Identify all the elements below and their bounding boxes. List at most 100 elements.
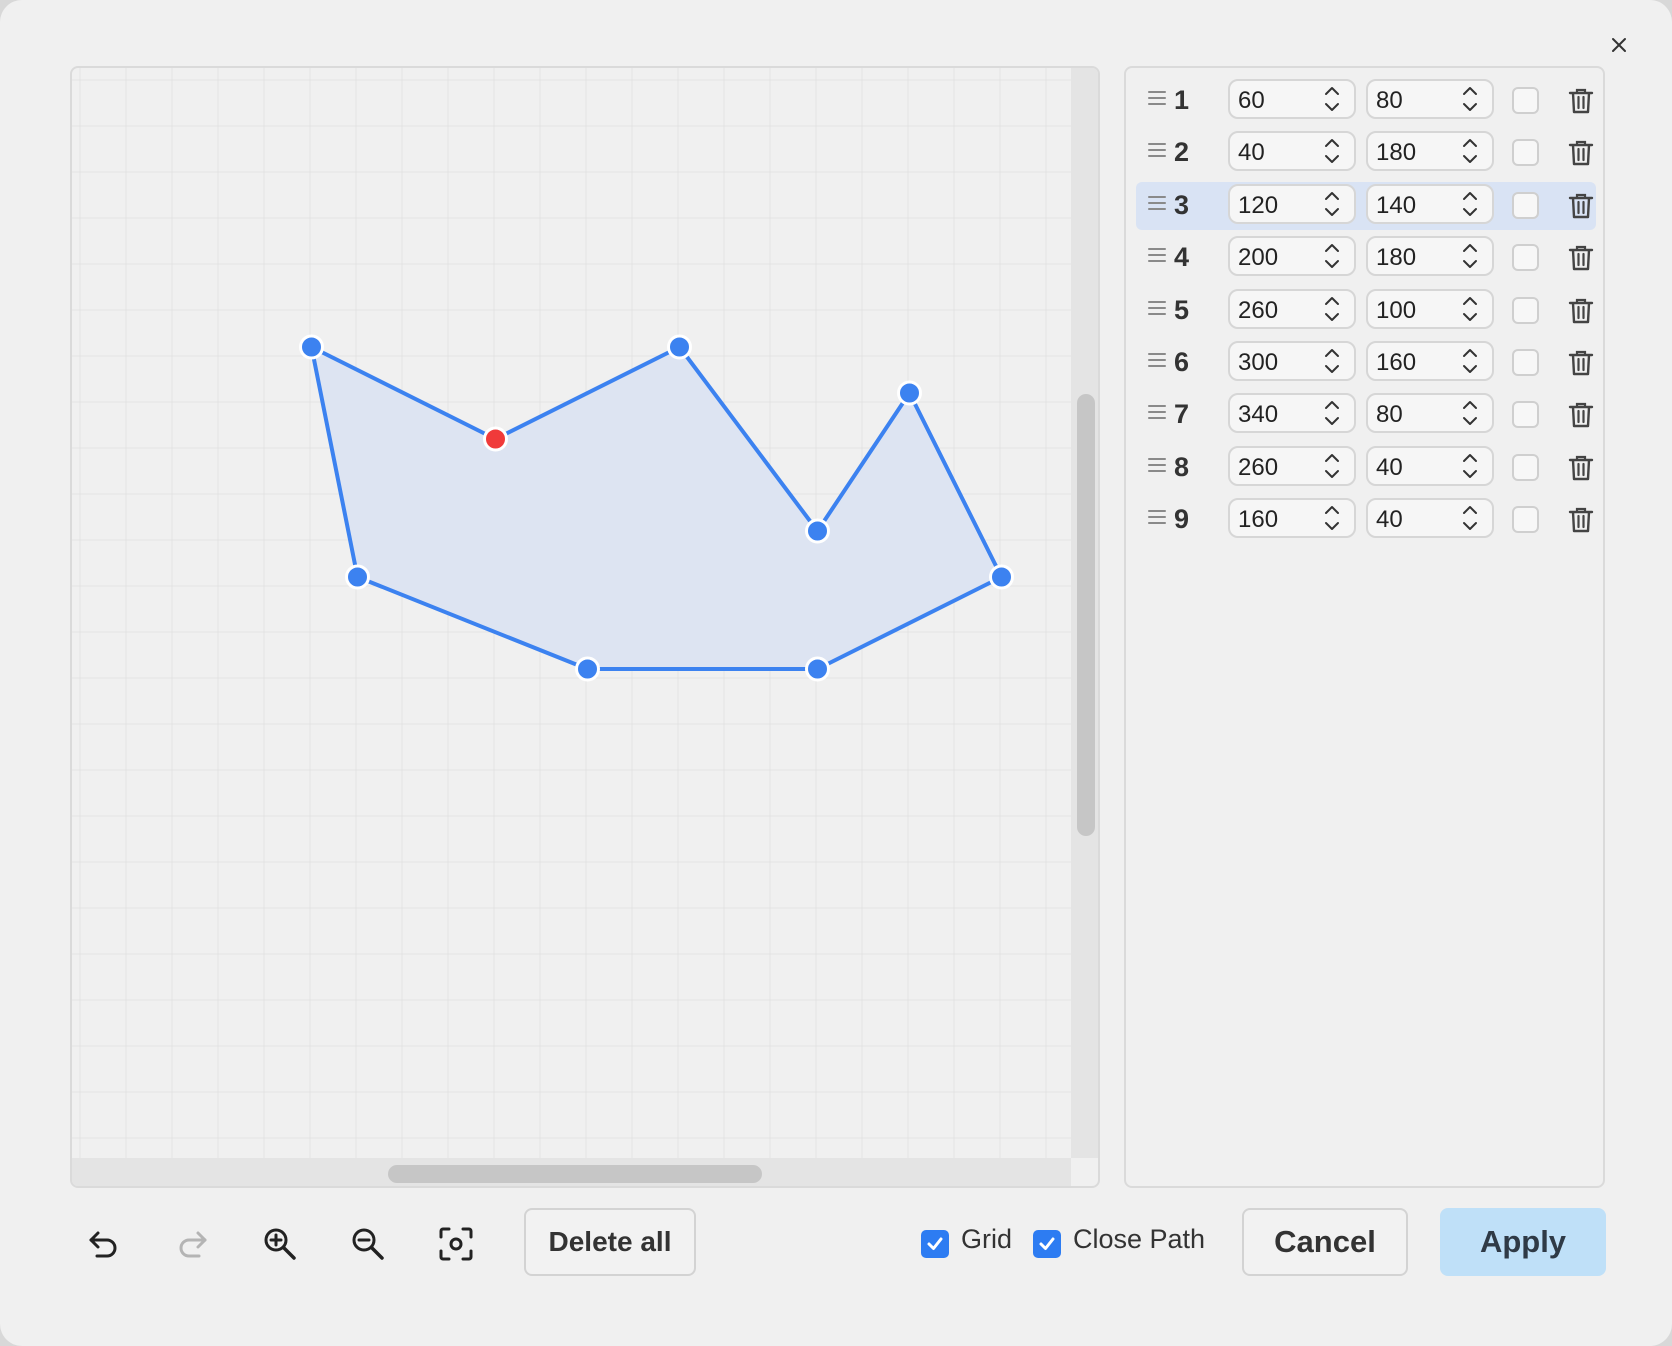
y-coordinate-input[interactable]: 140	[1366, 183, 1494, 224]
x-stepper[interactable]	[1322, 135, 1342, 167]
redo-button[interactable]	[170, 1222, 214, 1266]
y-stepper[interactable]	[1460, 345, 1480, 377]
y-coordinate-input[interactable]: 100	[1366, 288, 1494, 329]
fit-view-button[interactable]	[434, 1222, 478, 1266]
point-checkbox[interactable]	[1512, 453, 1539, 481]
y-coordinate-input[interactable]: 180	[1366, 236, 1494, 277]
x-coordinate-input[interactable]: 260	[1228, 445, 1356, 486]
drag-handle-icon[interactable]	[1148, 510, 1166, 530]
point-checkbox[interactable]	[1512, 401, 1539, 429]
grid-checkbox[interactable]	[921, 1230, 949, 1258]
y-stepper[interactable]	[1460, 293, 1480, 325]
zoom-in-button[interactable]	[258, 1222, 302, 1266]
drag-handle-icon[interactable]	[1148, 405, 1166, 425]
delete-point-button[interactable]	[1568, 192, 1594, 220]
x-coordinate-input[interactable]: 60	[1228, 79, 1356, 119]
point-row[interactable]: 6 300 160	[1136, 339, 1596, 387]
canvas-drawing[interactable]	[72, 68, 1071, 1158]
y-stepper[interactable]	[1460, 502, 1480, 534]
x-stepper[interactable]	[1322, 450, 1342, 482]
x-stepper[interactable]	[1322, 345, 1342, 377]
drag-handle-icon[interactable]	[1148, 248, 1166, 268]
close-path-label[interactable]: Close Path	[1073, 1224, 1205, 1255]
x-stepper[interactable]	[1322, 83, 1342, 115]
delete-point-button[interactable]	[1568, 87, 1594, 115]
point-row[interactable]: 3 120 140	[1136, 181, 1596, 230]
vertex-handle[interactable]	[299, 334, 324, 360]
undo-button[interactable]	[82, 1222, 126, 1266]
zoom-out-button[interactable]	[346, 1222, 390, 1266]
delete-all-button[interactable]: Delete all	[524, 1208, 696, 1276]
vertical-scroll-thumb[interactable]	[1077, 394, 1095, 836]
y-stepper[interactable]	[1460, 83, 1480, 115]
point-checkbox[interactable]	[1512, 139, 1539, 167]
x-stepper[interactable]	[1322, 397, 1342, 429]
point-checkbox[interactable]	[1512, 349, 1539, 376]
delete-point-button[interactable]	[1568, 244, 1594, 272]
y-stepper[interactable]	[1460, 397, 1480, 429]
point-row[interactable]: 7 340 80	[1136, 391, 1596, 439]
delete-point-button[interactable]	[1568, 297, 1594, 325]
selected-vertex-handle[interactable]	[483, 426, 508, 452]
apply-button[interactable]: Apply	[1440, 1208, 1606, 1276]
point-checkbox[interactable]	[1512, 191, 1539, 219]
vertex-handle[interactable]	[345, 564, 370, 590]
y-coordinate-input[interactable]: 180	[1366, 131, 1494, 172]
point-row[interactable]: 5 260 100	[1136, 287, 1596, 335]
y-stepper[interactable]	[1460, 450, 1480, 482]
x-coordinate-input[interactable]: 120	[1228, 183, 1356, 224]
x-coordinate-input[interactable]: 300	[1228, 341, 1356, 381]
polygon-canvas[interactable]	[70, 66, 1100, 1188]
drag-handle-icon[interactable]	[1148, 300, 1166, 321]
delete-point-button[interactable]	[1568, 139, 1594, 167]
close-button[interactable]	[1602, 28, 1636, 62]
vertex-handle[interactable]	[667, 334, 692, 360]
point-row[interactable]: 8 260 40	[1136, 444, 1596, 492]
point-row[interactable]: 1 60 80	[1136, 77, 1596, 125]
x-coordinate-input[interactable]: 200	[1228, 236, 1356, 277]
point-checkbox[interactable]	[1512, 244, 1539, 272]
x-stepper[interactable]	[1322, 502, 1342, 534]
y-coordinate-input[interactable]: 160	[1366, 341, 1494, 381]
y-coordinate-input[interactable]: 40	[1366, 445, 1494, 486]
x-coordinate-input[interactable]: 160	[1228, 498, 1356, 539]
grid-label[interactable]: Grid	[961, 1224, 1012, 1255]
drag-handle-icon[interactable]	[1148, 91, 1166, 111]
y-coordinate-input[interactable]: 40	[1366, 498, 1494, 539]
vertex-handle[interactable]	[805, 518, 830, 544]
y-coordinate-input[interactable]: 80	[1366, 393, 1494, 434]
point-checkbox[interactable]	[1512, 506, 1539, 534]
delete-point-button[interactable]	[1568, 349, 1594, 377]
point-checkbox[interactable]	[1512, 87, 1539, 114]
delete-point-button[interactable]	[1568, 454, 1594, 482]
drag-handle-icon[interactable]	[1148, 353, 1166, 373]
horizontal-scroll-thumb[interactable]	[388, 1165, 762, 1183]
x-coordinate-input[interactable]: 260	[1228, 288, 1356, 329]
vertex-handle[interactable]	[989, 564, 1014, 590]
x-coordinate-input[interactable]: 340	[1228, 393, 1356, 434]
vertex-handle[interactable]	[575, 656, 600, 682]
vertex-handle[interactable]	[805, 656, 830, 682]
point-row[interactable]: 2 40 180	[1136, 129, 1596, 177]
x-stepper[interactable]	[1322, 293, 1342, 325]
vertex-handle[interactable]	[897, 380, 922, 406]
y-stepper[interactable]	[1460, 135, 1480, 167]
y-value: 180	[1376, 139, 1417, 167]
y-stepper[interactable]	[1460, 188, 1480, 220]
point-row[interactable]: 9 160 40	[1136, 496, 1596, 544]
delete-point-button[interactable]	[1568, 401, 1594, 429]
y-coordinate-input[interactable]: 80	[1366, 79, 1494, 119]
delete-point-button[interactable]	[1568, 506, 1594, 534]
x-stepper[interactable]	[1322, 188, 1342, 220]
x-coordinate-input[interactable]: 40	[1228, 131, 1356, 172]
drag-handle-icon[interactable]	[1148, 195, 1166, 216]
drag-handle-icon[interactable]	[1148, 143, 1166, 163]
y-stepper[interactable]	[1460, 240, 1480, 272]
cancel-button[interactable]: Cancel	[1242, 1208, 1408, 1276]
close-path-checkbox[interactable]	[1033, 1230, 1061, 1258]
point-index: 1	[1174, 85, 1190, 115]
point-row[interactable]: 4 200 180	[1136, 234, 1596, 282]
drag-handle-icon[interactable]	[1148, 457, 1166, 478]
point-checkbox[interactable]	[1512, 296, 1539, 324]
x-stepper[interactable]	[1322, 240, 1342, 272]
